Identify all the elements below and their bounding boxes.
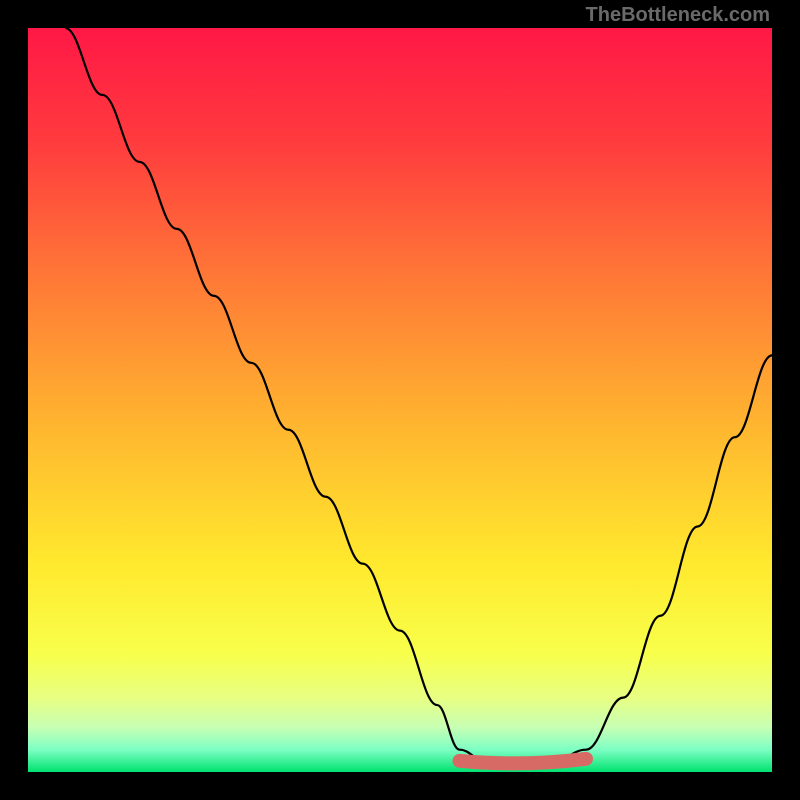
watermark-text: TheBottleneck.com <box>586 4 770 27</box>
plot-area <box>28 28 772 772</box>
gradient-background <box>28 28 772 772</box>
chart-frame: TheBottleneck.com <box>0 0 800 800</box>
